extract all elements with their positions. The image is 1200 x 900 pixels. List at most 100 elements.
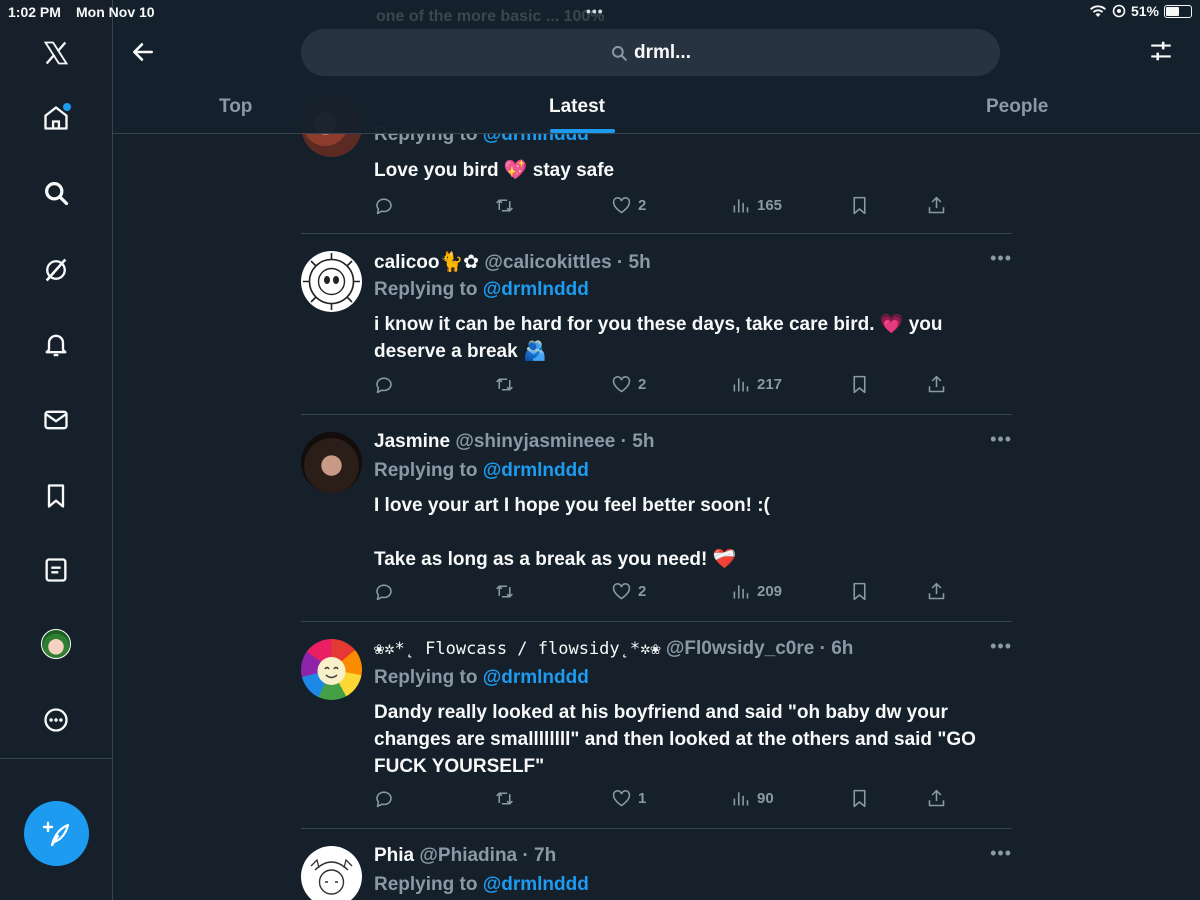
tweet-author-handle[interactable]: @calicokittles — [484, 252, 611, 273]
status-date: Mon Nov 10 — [76, 4, 155, 20]
views-count[interactable]: 90 — [730, 788, 774, 809]
avatar[interactable] — [301, 846, 362, 900]
home-icon[interactable] — [41, 103, 71, 133]
reply-button[interactable] — [374, 374, 401, 395]
tab-latest[interactable]: Latest — [549, 96, 605, 118]
grok-icon[interactable] — [41, 255, 71, 285]
tweet-header: calicoo🐈✿ @calicokittles · 5h — [374, 252, 651, 273]
bookmark-icon[interactable] — [41, 481, 71, 511]
tweet-time[interactable]: 7h — [534, 845, 556, 866]
share-icon — [928, 196, 945, 214]
share-button[interactable] — [926, 374, 947, 395]
more-options-icon[interactable]: ••• — [990, 636, 1012, 657]
bookmark-icon — [853, 789, 866, 808]
retweet-icon — [496, 792, 513, 805]
tweet[interactable]: Phia @Phiadina · 7h ••• Replying to @drm… — [301, 829, 1012, 900]
like-button[interactable]: 2 — [611, 581, 646, 602]
tweet-author-name[interactable]: ❀✲*˛ Flowcass / flowsidy˛*✲❀ — [374, 639, 661, 659]
retweet-button[interactable] — [494, 788, 521, 809]
list-icon[interactable] — [41, 555, 71, 585]
share-icon — [928, 789, 945, 807]
views-count[interactable]: 209 — [730, 581, 782, 602]
bookmark-button[interactable] — [849, 788, 870, 809]
x-logo-icon[interactable] — [41, 38, 71, 68]
tab-people[interactable]: People — [986, 96, 1048, 118]
app-window: 1:02 PM Mon Nov 10 ••• 51% one of the mo… — [0, 0, 1200, 900]
like-button[interactable]: 2 — [611, 374, 646, 395]
multitask-dots-icon[interactable]: ••• — [586, 3, 604, 19]
tweet[interactable]: ❀✲*˛ Flowcass / flowsidy˛*✲❀ @Fl0wsidy_c… — [301, 622, 1012, 829]
status-right: 51% — [1089, 3, 1192, 19]
share-icon — [928, 582, 945, 600]
filter-sliders-icon[interactable] — [1148, 38, 1176, 66]
tweet-author-handle[interactable]: @Fl0wsidy_c0re — [666, 638, 814, 659]
reply-button[interactable] — [374, 788, 401, 809]
bookmark-button[interactable] — [849, 581, 870, 602]
tweet-actions: 2 209 — [374, 581, 954, 605]
replying-to[interactable]: Replying to @drmlnddd — [374, 460, 589, 482]
more-options-icon[interactable]: ••• — [990, 429, 1012, 450]
search-query: drml... — [633, 41, 691, 63]
replying-to[interactable]: Replying to @drmlnddd — [374, 279, 589, 301]
tweet-author-handle[interactable]: @Phiadina — [419, 845, 517, 866]
heart-icon — [612, 197, 631, 214]
heart-icon — [612, 583, 631, 600]
bookmark-button[interactable] — [849, 374, 870, 395]
reply-icon — [376, 198, 392, 215]
reply-button[interactable] — [374, 195, 401, 216]
like-button[interactable]: 2 — [611, 195, 646, 216]
replying-to[interactable]: Replying to @drmlnddd — [374, 874, 589, 896]
views-count[interactable]: 165 — [730, 195, 782, 216]
share-icon — [928, 375, 945, 393]
tweet-author-handle[interactable]: @shinyjasmineee — [455, 431, 615, 452]
more-circle-icon[interactable] — [41, 705, 71, 735]
share-button[interactable] — [926, 581, 947, 602]
tweet-actions: 1 90 — [374, 788, 954, 812]
status-time: 1:02 PM — [8, 4, 61, 20]
tweet-text: I love your art I hope you feel better s… — [374, 495, 770, 570]
tweet-author-name[interactable]: Jasmine — [374, 431, 450, 452]
like-button[interactable]: 1 — [611, 788, 646, 809]
reply-button[interactable] — [374, 581, 401, 602]
avatar[interactable] — [301, 251, 362, 312]
heart-icon — [612, 376, 631, 393]
battery-percent: 51% — [1130, 3, 1159, 19]
tweet-author-name[interactable]: calicoo🐈✿ — [374, 252, 479, 273]
profile-avatar[interactable] — [41, 629, 71, 659]
reply-icon — [376, 791, 392, 808]
tweet-author-name[interactable]: Phia — [374, 845, 414, 866]
sidebar-divider — [0, 758, 112, 759]
retweet-button[interactable] — [494, 195, 521, 216]
battery-icon — [1164, 4, 1192, 18]
avatar[interactable] — [301, 432, 362, 493]
compose-button[interactable] — [24, 801, 89, 866]
location-lock-icon — [1112, 4, 1126, 18]
bookmark-button[interactable] — [849, 195, 870, 216]
more-options-icon[interactable]: ••• — [990, 843, 1012, 864]
views-bar-icon — [733, 792, 749, 806]
tweet-text: Love you bird 💖 stay safe — [374, 160, 615, 181]
avatar[interactable] — [301, 639, 362, 700]
tweet-time[interactable]: 6h — [831, 638, 853, 659]
mail-icon[interactable] — [41, 405, 71, 435]
tweet[interactable]: Jasmine @shinyjasmineee · 5h ••• Replyin… — [301, 415, 1012, 622]
retweet-button[interactable] — [494, 374, 521, 395]
tweet-time[interactable]: 5h — [629, 252, 651, 273]
bell-icon[interactable] — [41, 329, 71, 359]
search-input[interactable]: drml... — [301, 29, 1000, 76]
share-button[interactable] — [926, 788, 947, 809]
more-options-icon[interactable]: ••• — [990, 248, 1012, 269]
tweet[interactable]: calicoo🐈✿ @calicokittles · 5h ••• Replyi… — [301, 234, 1012, 415]
back-arrow-icon[interactable] — [129, 38, 157, 66]
retweet-button[interactable] — [494, 581, 521, 602]
views-count[interactable]: 217 — [730, 374, 782, 395]
notification-dot — [63, 103, 71, 111]
tweet-time[interactable]: 5h — [632, 431, 654, 452]
tab-top[interactable]: Top — [219, 96, 252, 118]
search-icon — [612, 45, 627, 61]
views-bar-icon — [733, 199, 749, 213]
replying-to[interactable]: Replying to @drmlnddd — [374, 667, 589, 689]
active-tab-indicator — [550, 129, 615, 133]
search-icon[interactable] — [41, 178, 71, 208]
share-button[interactable] — [926, 195, 947, 216]
